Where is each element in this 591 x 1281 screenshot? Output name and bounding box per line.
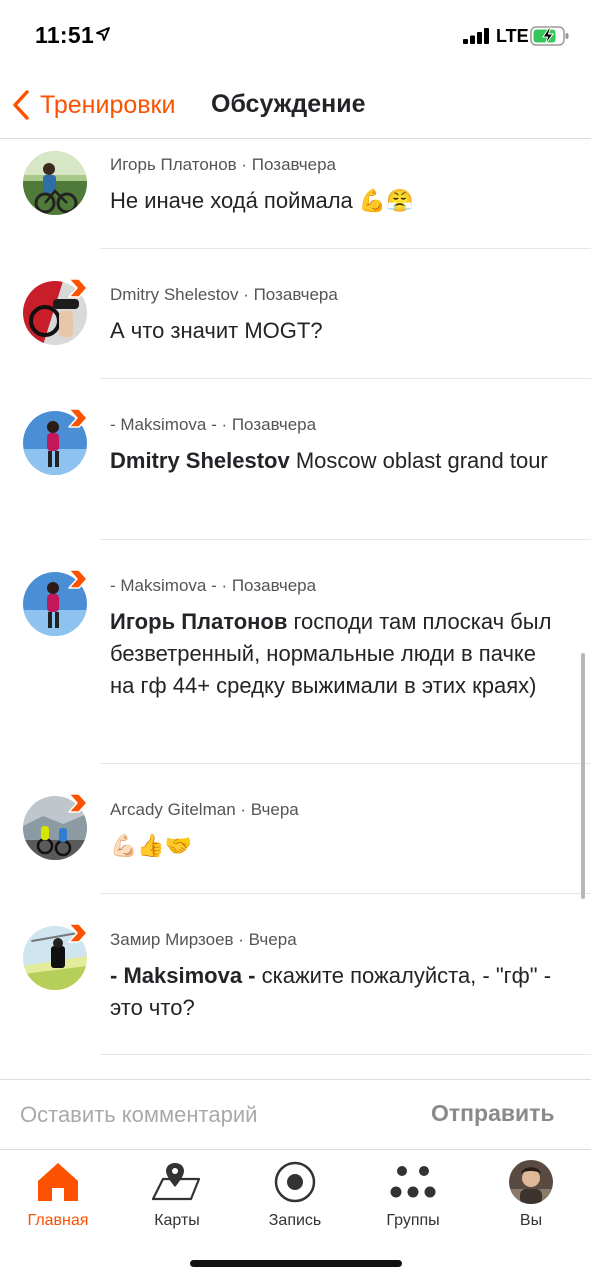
- page-title: Обсуждение: [211, 90, 366, 118]
- comment-text: Игорь Платонов господи там плоскач был б…: [110, 606, 562, 702]
- comment-meta: Dmitry Shelestov · Позавчера: [110, 285, 338, 304]
- tab-maps[interactable]: Карты: [122, 1156, 232, 1236]
- comment-meta: - Maksimova - · Позавчера: [110, 576, 317, 595]
- comment-body: А что значит MOGT?: [110, 318, 323, 343]
- cellular-signal-icon: [463, 28, 489, 44]
- tab-groups[interactable]: Группы: [358, 1156, 468, 1236]
- tab-home[interactable]: Главная: [3, 1156, 113, 1236]
- groups-icon: [390, 1166, 436, 1198]
- home-indicator: [190, 1260, 402, 1267]
- tab-you[interactable]: Вы: [476, 1156, 586, 1236]
- avatar[interactable]: [23, 793, 88, 860]
- network-type: LTE: [496, 26, 529, 46]
- mention-link[interactable]: - Maksimova -: [110, 963, 256, 988]
- mention-link[interactable]: Dmitry Shelestov: [110, 448, 290, 473]
- back-label: Тренировки: [40, 90, 176, 119]
- comment-meta: - Maksimova - · Позавчера: [110, 415, 317, 434]
- comment-body: Не иначе хода́ поймала 💪😤: [110, 188, 414, 213]
- tab-label: Карты: [154, 1212, 200, 1229]
- strava-badge-icon: [68, 923, 88, 943]
- tab-label: Запись: [268, 1212, 322, 1229]
- comment-text: 💪🏻👍🤝: [110, 830, 562, 862]
- tab-record[interactable]: Запись: [240, 1156, 350, 1236]
- record-icon: [274, 1161, 316, 1203]
- mention-link[interactable]: Игорь Платонов: [110, 609, 287, 634]
- divider: [100, 1054, 591, 1055]
- home-icon: [38, 1163, 78, 1201]
- comment-composer: Отправить: [0, 1079, 591, 1150]
- comments-list[interactable]: Игорь Платонов · Позавчера Не иначе хода…: [0, 139, 591, 1079]
- comment-meta: Замир Мирзоев · Вчера: [110, 930, 297, 949]
- comment-item: - Maksimova - · Позавчера Dmitry Shelest…: [0, 379, 591, 540]
- tab-label: Главная: [27, 1212, 89, 1229]
- strava-badge-icon: [68, 793, 88, 813]
- battery-charging-icon: [530, 26, 569, 46]
- comment-meta: Arcady Gitelman · Вчера: [110, 800, 299, 819]
- avatar[interactable]: [23, 923, 88, 990]
- back-button[interactable]: Тренировки: [12, 88, 175, 122]
- comment-item: Игорь Платонов · Позавчера Не иначе хода…: [0, 139, 591, 249]
- comment-body: 💪🏻👍🤝: [110, 833, 193, 858]
- avatar[interactable]: [23, 278, 88, 345]
- comment-text: Dmitry Shelestov Moscow oblast grand tou…: [110, 445, 562, 477]
- user-photo: [23, 151, 87, 215]
- scrollbar[interactable]: [581, 653, 585, 899]
- comment-item: Arcady Gitelman · Вчера 💪🏻👍🤝: [0, 764, 591, 894]
- strava-badge-icon: [68, 278, 88, 298]
- comment-input[interactable]: [20, 1098, 400, 1132]
- tab-label: Вы: [519, 1212, 543, 1229]
- map-icon: [151, 1163, 201, 1201]
- chevron-left-icon: [13, 90, 29, 120]
- navigation-bar: Тренировки Обсуждение: [0, 72, 591, 139]
- status-time: 11:51: [35, 22, 95, 48]
- avatar[interactable]: [23, 569, 88, 636]
- strava-badge-icon: [68, 569, 88, 589]
- comment-item: Dmitry Shelestov · Позавчера А что значи…: [0, 249, 591, 379]
- strava-badge-icon: [68, 408, 88, 428]
- comment-text: А что значит MOGT?: [110, 315, 562, 347]
- avatar[interactable]: [23, 151, 87, 215]
- status-bar: 11:51 LTE: [0, 0, 591, 72]
- comment-text: Не иначе хода́ поймала 💪😤: [110, 185, 562, 217]
- profile-avatar: [509, 1160, 553, 1204]
- comment-body: Moscow oblast grand tour: [289, 448, 548, 473]
- comment-item: Замир Мирзоев · Вчера - Maksimova - скаж…: [0, 894, 591, 1055]
- comment-text: - Maksimova - скажите пожалуйста, - "гф"…: [110, 960, 562, 1024]
- comment-item: - Maksimova - · Позавчера Игорь Платонов…: [0, 540, 591, 764]
- comment-meta: Игорь Платонов · Позавчера: [110, 155, 337, 174]
- avatar[interactable]: [23, 408, 88, 475]
- location-arrow-icon: [96, 27, 110, 41]
- send-button[interactable]: Отправить: [431, 1100, 555, 1127]
- tab-label: Группы: [386, 1212, 440, 1229]
